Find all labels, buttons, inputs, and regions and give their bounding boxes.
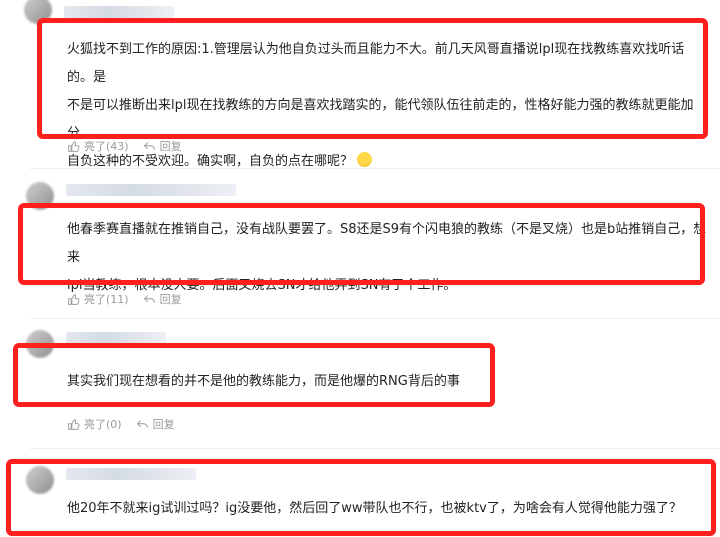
- thumbs-up-icon: [68, 293, 80, 305]
- highlight-box: [13, 343, 495, 407]
- reply-arrow-icon: [143, 141, 155, 150]
- reply-button[interactable]: 回复: [143, 291, 182, 307]
- comment-actions: 亮了(11) 回复: [67, 291, 182, 307]
- like-button[interactable]: 亮了(43): [67, 138, 129, 154]
- like-count-label: 亮了(11): [84, 293, 129, 306]
- comment-actions: 亮了(43) 回复: [67, 138, 182, 154]
- reply-label: 回复: [152, 418, 175, 431]
- reply-button[interactable]: 回复: [143, 138, 182, 154]
- reply-button[interactable]: 回复: [136, 416, 175, 432]
- divider: [30, 448, 720, 449]
- divider: [30, 168, 720, 169]
- comment-actions: 亮了(0) 回复: [67, 416, 175, 432]
- thumbs-up-icon: [68, 140, 80, 152]
- reply-label: 回复: [159, 140, 182, 153]
- reply-label: 回复: [159, 293, 182, 306]
- like-count-label: 亮了(43): [84, 140, 129, 153]
- highlight-box: [37, 18, 708, 139]
- divider: [30, 318, 720, 319]
- like-button[interactable]: 亮了(0): [67, 416, 122, 432]
- highlight-box: [6, 459, 716, 536]
- comment-line: 自负这种的不受欢迎。确实啊，自负的点在哪呢？: [67, 154, 354, 169]
- like-count-label: 亮了(0): [84, 418, 122, 431]
- username-blurred[interactable]: [66, 184, 236, 196]
- highlight-box: [18, 203, 705, 285]
- like-button[interactable]: 亮了(11): [67, 291, 129, 307]
- laughing-emoji-icon: [357, 152, 373, 167]
- username-blurred[interactable]: [64, 6, 174, 18]
- reply-arrow-icon: [143, 294, 155, 303]
- reply-arrow-icon: [136, 419, 148, 428]
- thumbs-up-icon: [68, 418, 80, 430]
